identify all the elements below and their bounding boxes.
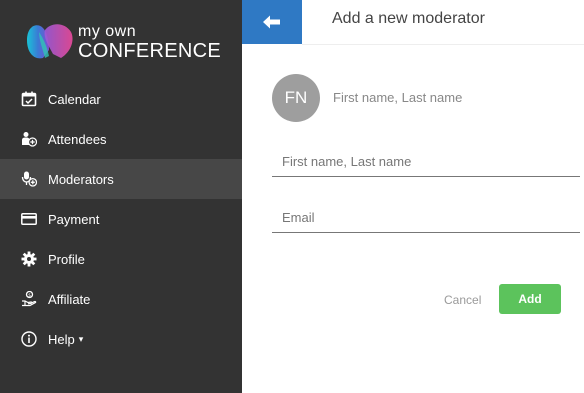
svg-text:$: $ (28, 292, 31, 298)
sidebar-item-payment[interactable]: Payment (0, 199, 242, 239)
back-button[interactable] (242, 0, 302, 44)
sidebar-item-label: Moderators (48, 171, 114, 187)
chevron-down-icon: ▾ (78, 333, 84, 344)
moderator-icon (21, 171, 37, 187)
credit-card-icon (21, 211, 37, 227)
sidebar: my own CONFERENCE Calendar Attendees Mod… (0, 0, 242, 393)
sidebar-item-label: Help (48, 331, 75, 347)
sidebar-item-calendar[interactable]: Calendar (0, 79, 242, 119)
page-title: Add a new moderator (332, 10, 485, 27)
sidebar-item-label: Affiliate (48, 291, 91, 307)
calendar-icon (21, 91, 37, 107)
sidebar-item-label: Attendees (48, 131, 107, 147)
arrow-left-icon (263, 15, 280, 29)
attendees-icon (21, 131, 37, 147)
avatar-name-preview: First name, Last name (333, 90, 463, 105)
brand-line2: CONFERENCE (78, 40, 222, 62)
header-divider (302, 44, 584, 45)
email-field[interactable] (272, 203, 580, 233)
brand-logo[interactable]: my own CONFERENCE (25, 20, 225, 64)
name-field[interactable] (272, 147, 580, 177)
affiliate-hand-icon: $ (21, 291, 37, 307)
brand-line1: my own (78, 23, 137, 40)
avatar: FN (272, 74, 320, 122)
sidebar-item-label: Payment (48, 211, 100, 227)
sidebar-nav: Calendar Attendees Moderators Payment Pr… (0, 79, 242, 359)
cancel-button[interactable]: Cancel (444, 293, 481, 307)
add-button[interactable]: Add (499, 284, 561, 314)
sidebar-item-attendees[interactable]: Attendees (0, 119, 242, 159)
info-icon (21, 331, 37, 347)
sidebar-item-label: Calendar (48, 91, 101, 107)
brand-text: my own CONFERENCE (78, 20, 222, 62)
gear-icon (21, 251, 37, 267)
sidebar-item-label: Profile (48, 251, 85, 267)
sidebar-item-moderators[interactable]: Moderators (0, 159, 242, 199)
logo-mark-icon (27, 24, 73, 59)
sidebar-item-help[interactable]: Help ▾ (0, 319, 242, 359)
sidebar-item-profile[interactable]: Profile (0, 239, 242, 279)
sidebar-item-affiliate[interactable]: $ Affiliate (0, 279, 242, 319)
